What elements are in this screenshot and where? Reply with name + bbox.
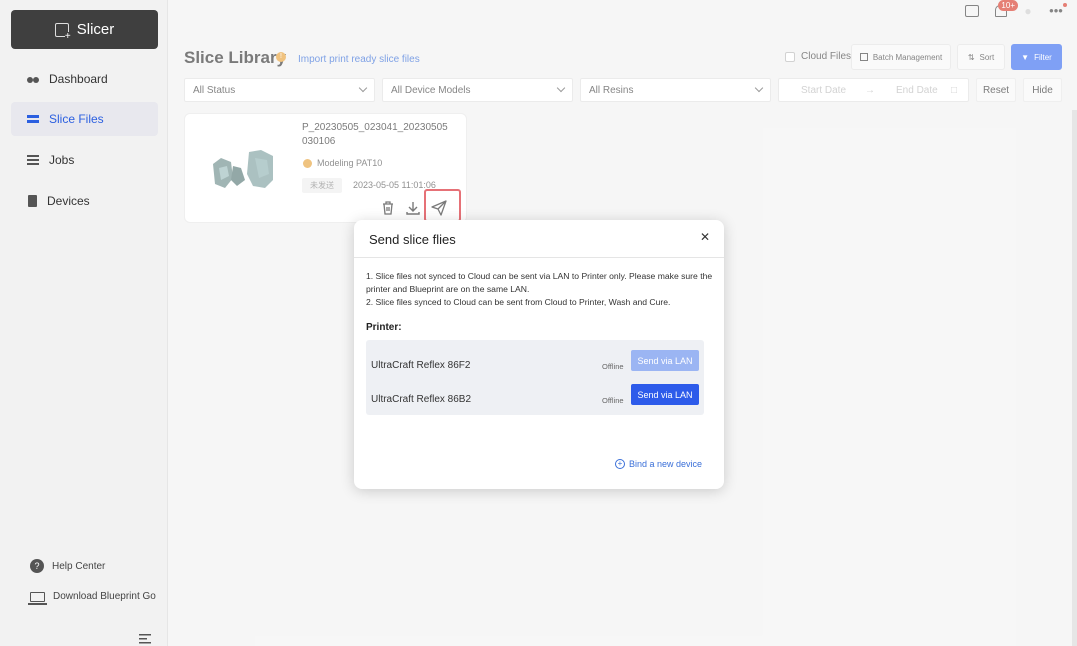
layers-icon xyxy=(27,113,39,125)
app-button[interactable]: Slicer xyxy=(11,10,158,49)
sidebar-item-slice-files[interactable]: Slice Files xyxy=(11,102,158,136)
bind-new-device-label: Bind a new device xyxy=(629,459,703,469)
bind-new-device-link[interactable]: + Bind a new device xyxy=(615,459,702,469)
jobs-icon xyxy=(27,155,39,165)
send-via-lan-button[interactable]: Send via LAN xyxy=(631,384,699,405)
sidebar: Slicer Dashboard Slice Files Jobs Device… xyxy=(0,0,168,646)
printer-list: UltraCraft Reflex 86F2 Offline Send via … xyxy=(366,340,704,415)
close-icon[interactable]: ✕ xyxy=(700,230,710,244)
help-icon: ? xyxy=(30,559,44,573)
dialog-instructions: 1. Slice files not synced to Cloud can b… xyxy=(366,270,716,309)
app-name: Slicer xyxy=(76,21,115,38)
printer-name: UltraCraft Reflex 86F2 xyxy=(371,360,471,371)
help-center-label: Help Center xyxy=(52,560,106,572)
sidebar-item-devices[interactable]: Devices xyxy=(11,184,158,218)
laptop-icon xyxy=(28,591,47,605)
download-link[interactable]: Download Blueprint Go xyxy=(28,591,156,605)
plus-circle-icon: + xyxy=(615,459,625,469)
sidebar-item-label: Dashboard xyxy=(49,72,108,86)
printer-row: UltraCraft Reflex 86F2 Offline Send via … xyxy=(366,350,704,383)
download-label: Download Blueprint Go xyxy=(53,591,156,602)
dialog-divider xyxy=(354,257,724,258)
device-icon xyxy=(28,195,37,207)
printer-label: Printer: xyxy=(366,322,402,333)
printer-name: UltraCraft Reflex 86B2 xyxy=(371,394,472,405)
sidebar-item-label: Devices xyxy=(47,194,90,208)
send-via-lan-button[interactable]: Send via LAN xyxy=(631,350,699,371)
dialog-title: Send slice flies xyxy=(369,232,456,247)
dashboard-icon xyxy=(27,73,39,85)
sidebar-item-label: Slice Files xyxy=(49,112,104,126)
sidebar-item-label: Jobs xyxy=(49,153,75,167)
instruction-2: 2. Slice files synced to Cloud can be se… xyxy=(366,297,671,307)
send-slice-files-dialog: Send slice flies ✕ 1. Slice files not sy… xyxy=(354,220,724,489)
help-center-link[interactable]: ? Help Center xyxy=(30,559,105,573)
printer-status: Offline xyxy=(602,362,624,371)
instruction-1: 1. Slice files not synced to Cloud can b… xyxy=(366,271,713,294)
slicer-icon xyxy=(54,22,71,42)
printer-status: Offline xyxy=(602,396,624,405)
sidebar-item-jobs[interactable]: Jobs xyxy=(11,143,158,177)
printer-row: UltraCraft Reflex 86B2 Offline Send via … xyxy=(366,384,704,417)
sidebar-item-dashboard[interactable]: Dashboard xyxy=(11,62,158,96)
collapse-menu-icon[interactable] xyxy=(139,634,151,644)
